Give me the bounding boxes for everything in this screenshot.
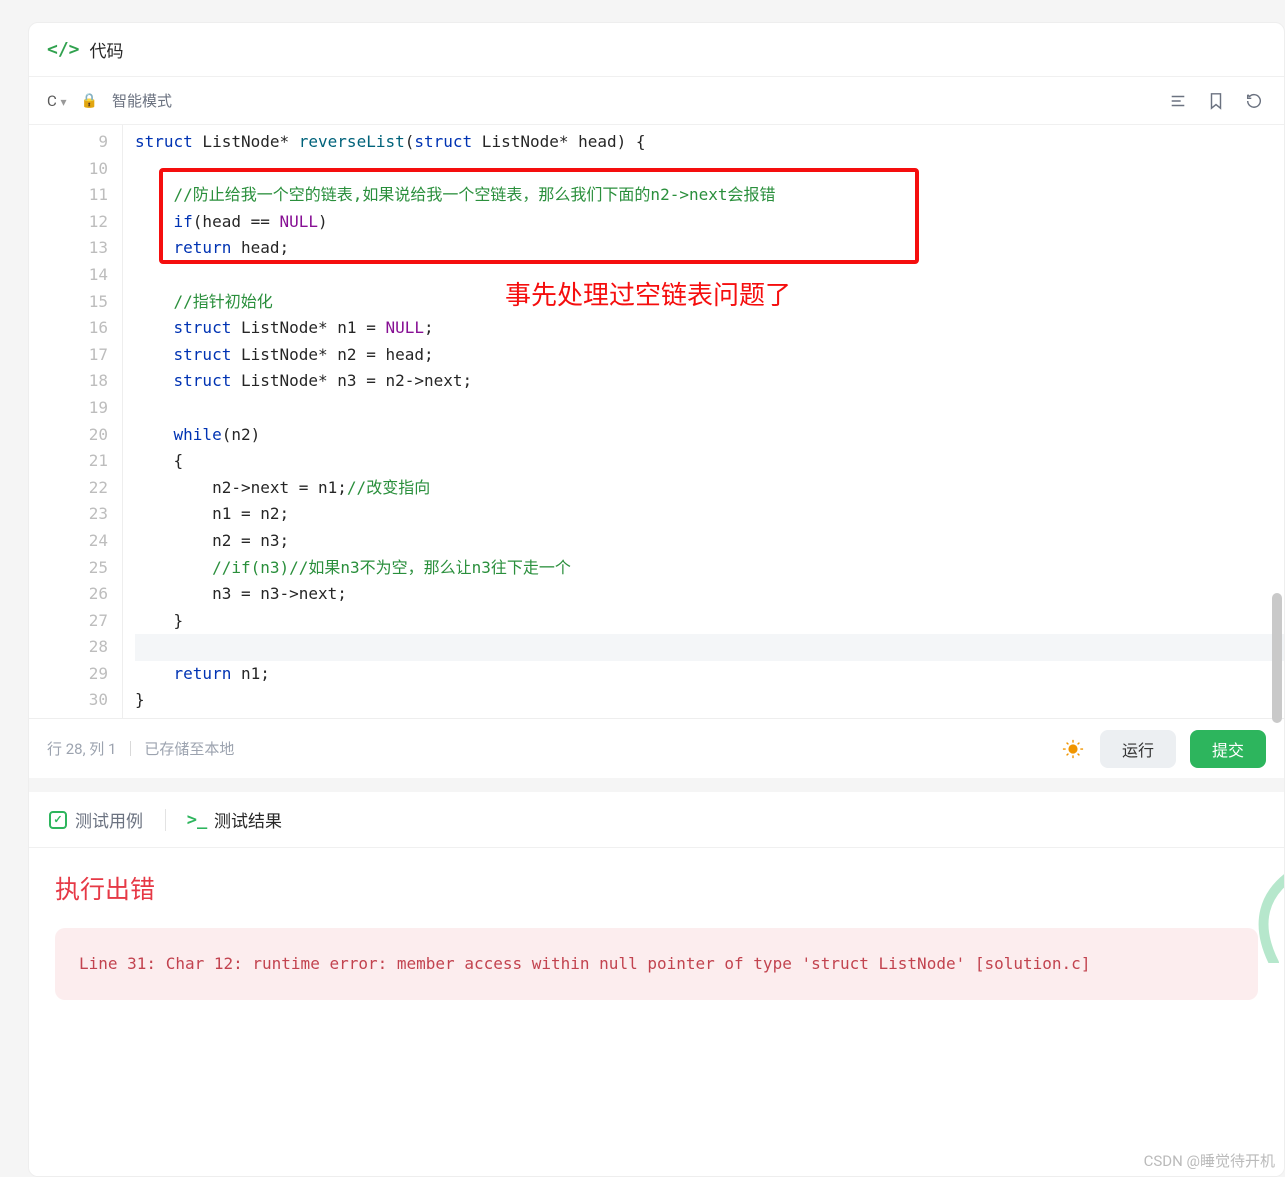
- code-line: //防止给我一个空的链表,如果说给我一个空链表，那么我们下面的n2->next会…: [135, 182, 1284, 209]
- editor-toolbar: C ▾ 🔒 智能模式: [29, 77, 1284, 125]
- code-line: [135, 395, 1284, 422]
- line-number: 17: [29, 342, 108, 369]
- chevron-down-icon: ▾: [61, 95, 67, 109]
- line-number: 28: [29, 634, 108, 661]
- code-line: n2->next = n1;//改变指向: [135, 475, 1284, 502]
- vertical-scrollbar[interactable]: [1270, 153, 1284, 786]
- code-line: struct ListNode* n2 = head;: [135, 342, 1284, 369]
- line-number: 26: [29, 581, 108, 608]
- run-button[interactable]: 运行: [1100, 730, 1176, 768]
- code-line: struct ListNode* n1 = NULL;: [135, 315, 1284, 342]
- code-icon: </>: [47, 39, 80, 60]
- line-number: 21: [29, 448, 108, 475]
- line-number: 18: [29, 368, 108, 395]
- line-number: 22: [29, 475, 108, 502]
- code-line: {: [135, 448, 1284, 475]
- left-panel-scroll-hint: [0, 20, 10, 660]
- save-status: 已存储至本地: [130, 738, 234, 759]
- code-line: [135, 634, 1284, 661]
- debug-icon[interactable]: [1060, 736, 1086, 762]
- error-message: Line 31: Char 12: runtime error: member …: [55, 928, 1258, 1000]
- code-panel: </> 代码 C ▾ 🔒 智能模式 9101112131415161718192…: [28, 22, 1285, 1177]
- panel-title: 代码: [90, 37, 124, 62]
- code-line: n3 = n3->next;: [135, 581, 1284, 608]
- code-line: n1 = n2;: [135, 501, 1284, 528]
- terminal-icon: >_: [188, 811, 206, 829]
- line-number: 27: [29, 608, 108, 635]
- code-line: }: [135, 687, 1284, 714]
- results-body: 执行出错 Line 31: Char 12: runtime error: me…: [29, 848, 1284, 1022]
- tab-testcases[interactable]: ✓ 测试用例: [49, 807, 143, 832]
- tab-result[interactable]: >_ 测试结果: [188, 807, 282, 832]
- check-icon: ✓: [49, 811, 67, 829]
- code-line: struct ListNode* n3 = n2->next;: [135, 368, 1284, 395]
- line-numbers: 9101112131415161718192021222324252627282…: [29, 125, 123, 718]
- line-number: 14: [29, 262, 108, 289]
- code-line: return n1;: [135, 661, 1284, 688]
- line-number: 9: [29, 129, 108, 156]
- lock-icon: 🔒: [81, 93, 98, 109]
- results-tabs: ✓ 测试用例 >_ 测试结果: [29, 792, 1284, 848]
- code-line: struct ListNode* reverseList(struct List…: [135, 129, 1284, 156]
- divider: [165, 809, 166, 831]
- bookmark-icon[interactable]: [1204, 89, 1228, 113]
- error-title: 执行出错: [55, 870, 1258, 906]
- watermark: CSDN @睡觉待开机: [1144, 1150, 1275, 1171]
- panel-header: </> 代码: [29, 23, 1284, 77]
- line-number: 30: [29, 687, 108, 714]
- language-label: C: [47, 92, 57, 110]
- code-editor[interactable]: 9101112131415161718192021222324252627282…: [29, 125, 1284, 718]
- code-line: //if(n3)//如果n3不为空，那么让n3往下走一个: [135, 555, 1284, 582]
- code-line: [135, 156, 1284, 183]
- line-number: 25: [29, 555, 108, 582]
- scrollbar-thumb[interactable]: [1272, 593, 1282, 723]
- line-number: 19: [29, 395, 108, 422]
- line-number: 11: [29, 182, 108, 209]
- line-number: 10: [29, 156, 108, 183]
- line-number: 24: [29, 528, 108, 555]
- line-number: 15: [29, 289, 108, 316]
- reset-icon[interactable]: [1242, 89, 1266, 113]
- submit-button[interactable]: 提交: [1190, 730, 1266, 768]
- code-line: if(head == NULL): [135, 209, 1284, 236]
- decorative-curve: [1234, 873, 1285, 963]
- annotation-text: 事先处理过空链表问题了: [505, 283, 791, 310]
- format-icon[interactable]: [1166, 89, 1190, 113]
- tab-testcases-label: 测试用例: [75, 807, 143, 832]
- line-number: 12: [29, 209, 108, 236]
- code-line: n2 = n3;: [135, 528, 1284, 555]
- mode-label: 智能模式: [112, 90, 172, 111]
- status-bar: 行 28, 列 1 已存储至本地 运行 提交: [29, 718, 1284, 778]
- language-selector[interactable]: C ▾: [47, 92, 67, 110]
- cursor-position: 行 28, 列 1: [47, 738, 116, 759]
- code-line: }: [135, 608, 1284, 635]
- line-number: 23: [29, 501, 108, 528]
- results-panel: ✓ 测试用例 >_ 测试结果 执行出错 Line 31: Char 12: ru…: [29, 778, 1284, 1176]
- code-area[interactable]: struct ListNode* reverseList(struct List…: [123, 125, 1284, 718]
- tab-result-label: 测试结果: [214, 807, 282, 832]
- line-number: 13: [29, 235, 108, 262]
- line-number: 16: [29, 315, 108, 342]
- line-number: 20: [29, 422, 108, 449]
- code-line: while(n2): [135, 422, 1284, 449]
- code-line: return head;: [135, 235, 1284, 262]
- line-number: 29: [29, 661, 108, 688]
